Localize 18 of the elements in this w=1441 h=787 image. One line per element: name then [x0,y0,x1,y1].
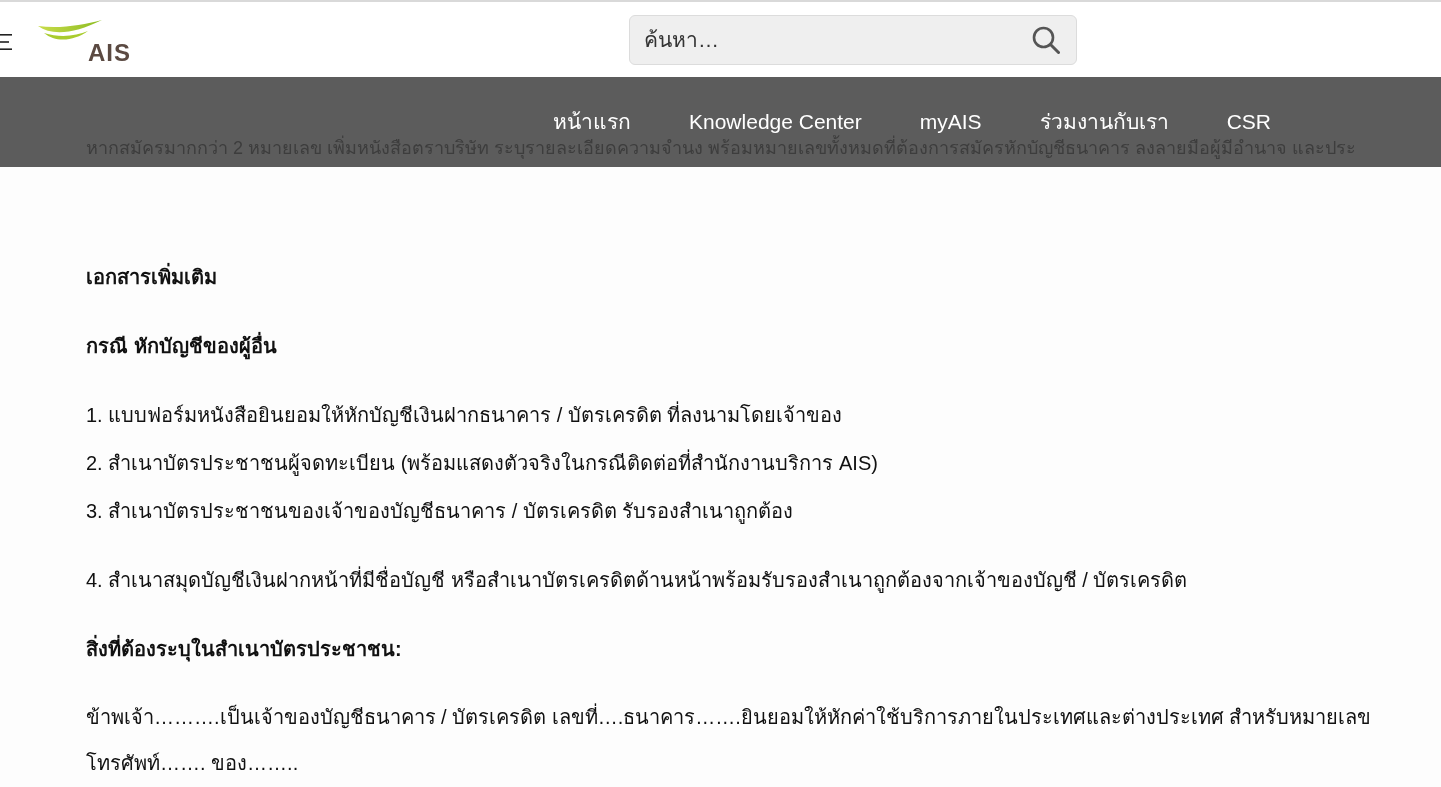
menu-icon[interactable] [0,33,12,50]
nav-link[interactable]: หน้าแรก [553,108,631,136]
list-item-text: 4. สำเนาสมุดบัญชีเงินฝากหน้าที่มีชื่อบัญชี หรือสำเนาบัตรเครดิตด้านหน้าพร้อมรับรองสำเนาถูกต้องจากเจ้าของบัญชี / บัตรเครดิต [86,556,1188,604]
nav-link[interactable]: CSR [1226,108,1271,136]
nav-link[interactable]: Knowledge Center [689,108,862,136]
search-field[interactable]: ค้นหา… [629,14,1077,65]
nav-link[interactable]: ร่วมงานกับเรา [1039,108,1169,136]
list-item-text: 3. สำเนาบัตรประชาชนของเจ้าของบัญชีธนาคาร / บัตรเครดิต รับรองสำเนาถูกต้อง [86,499,794,526]
list-item-text: 1. แบบฟอร์มหนังสือยินยอมให้หักบัญชีเงินฝากธนาคาร / บัตรเครดิต ที่ลงนามโดยเจ้าของ [86,391,843,439]
logo-text: AIS [88,41,131,64]
search-icon[interactable] [1032,25,1060,54]
paragraph-text: ข้าพเจ้า……….เป็นเจ้าของบัญชีธนาคาร / บัตรเครดิต เลขที่….ธนาคาร…….ยินยอมให้หักค่าใช้บริการภายในประเทศและต่างประเทศ สำหรับหมายเลขโทรศัพท์……. ของ…….. [86,694,1421,786]
nav-link[interactable]: myAIS [919,108,982,136]
section-heading: เอกสารเพิ่มเติม [86,253,217,301]
section-heading: กรณี หักบัญชีของผู้อื่น [86,322,277,370]
section-heading: สิ่งที่ต้องระบุในสำเนาบัตรประชาชน: [86,625,402,673]
swoosh-logo-icon [38,19,102,42]
list-item-text: 2. สำเนาบัตรประชาชนผู้จดทะเบียน (พร้อมแสดงตัวจริงในกรณีติดต่อที่สำนักงานบริการ AIS) [86,439,878,487]
